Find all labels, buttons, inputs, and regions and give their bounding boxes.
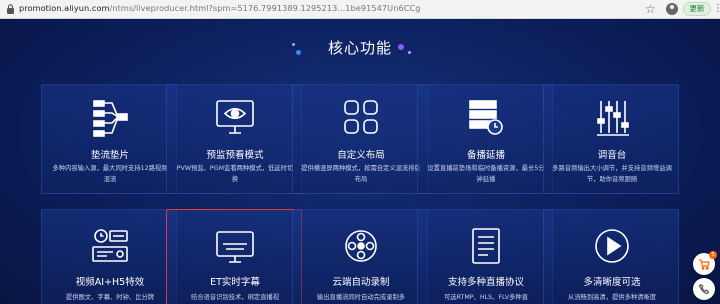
card-desc: 多路音频输出大小调节，并支持音频增益调节，助你音频跟随 <box>552 165 672 183</box>
card-desc: 提供横竖屏两种模式，按需自定义混流排版布局 <box>301 165 421 183</box>
card-title: 预监预看模式 <box>206 150 264 161</box>
network-flow-icon <box>93 100 128 137</box>
url-host: promotion.aliyun.com <box>19 3 110 13</box>
ai-effects-icon <box>92 229 128 262</box>
card-title: 备播延播 <box>466 150 505 161</box>
card-desc: PVW预监、PGM监看两种模式，低延时切换 <box>176 165 294 183</box>
document-protocol-icon <box>472 228 500 264</box>
server-clock-icon <box>469 100 503 135</box>
card-desc: 设置直播前垫场和临时备播资源，最长5分钟延播 <box>427 165 545 183</box>
features-section: 核心功能 垫流垫片 多种内容输入源，最大同时支持12路视频混流 预监预看模式 P… <box>0 19 720 304</box>
feature-card-protocols[interactable]: 支持多种直播协议 可选RTMP、HLS、FLV多种直 <box>417 209 553 304</box>
feature-card-preview[interactable]: 预监预看模式 PVW预监、PGM监看两种模式，低延时切换 <box>166 84 302 194</box>
bookmark-star-icon[interactable]: ☆ <box>645 2 656 16</box>
feature-card-backup[interactable]: 备播延播 设置直播前垫场和临时备播资源，最长5分钟延播 <box>417 84 553 194</box>
card-title: 视频AI+H5特效 <box>75 277 145 288</box>
card-title: 自定义布局 <box>337 150 385 161</box>
url-path: /ntms/liveproducer.html?spm=5176.7991389… <box>109 3 421 13</box>
cart-badge: 5 <box>709 251 717 259</box>
film-reel-icon <box>345 230 377 262</box>
monitor-eye-icon <box>216 100 254 134</box>
grid-layout-icon <box>344 100 378 134</box>
card-title: 调音台 <box>597 150 627 161</box>
subtitle-screen-icon <box>216 231 254 263</box>
feature-card-mixing[interactable]: 垫流垫片 多种内容输入源，最大同时支持12路视频混流 <box>41 84 177 194</box>
card-title: ET实时字幕 <box>210 277 260 288</box>
card-desc: 输出直播流同时自动完成录制多 <box>316 294 406 301</box>
update-button[interactable]: 更新 <box>683 2 711 16</box>
cart-button[interactable]: 5 <box>693 251 717 275</box>
feature-card-subtitles[interactable]: ET实时字幕 结合语音识别技术，绑定直播视 <box>166 209 302 304</box>
account-icon[interactable] <box>666 3 678 15</box>
feature-card-ai-effects[interactable]: 视频AI+H5特效 提供图文、字幕、时钟、比分牌 <box>41 209 177 304</box>
card-desc: 可选RTMP、HLS、FLV多种直 <box>443 294 529 301</box>
play-circle-icon <box>595 229 629 263</box>
feature-card-layout[interactable]: 自定义布局 提供横竖屏两种模式，按需自定义混流排版布局 <box>292 84 428 194</box>
cart-icon <box>699 259 710 270</box>
card-desc: 结合语音识别技术，绑定直播视 <box>190 294 280 301</box>
feature-card-resolution[interactable]: 多清晰度可选 从流畅到高清，提供多种清晰度 <box>543 209 679 304</box>
card-desc: 从流畅到高清，提供多种清晰度 <box>567 294 657 301</box>
browser-address-bar: promotion.aliyun.com/ntms/liveproducer.h… <box>0 0 720 19</box>
card-title: 支持多种直播协议 <box>447 277 524 288</box>
card-desc: 多种内容输入源，最大同时支持12路视频混流 <box>52 165 168 183</box>
section-title: 核心功能 <box>327 39 392 57</box>
phone-icon <box>698 283 710 295</box>
card-title: 云端自动录制 <box>332 277 390 288</box>
url-field[interactable]: promotion.aliyun.com/ntms/liveproducer.h… <box>19 3 421 13</box>
card-title: 垫流垫片 <box>90 150 129 161</box>
mixer-sliders-icon <box>597 101 629 136</box>
more-menu-icon[interactable]: ⋮ <box>713 2 720 16</box>
lock-icon <box>7 4 14 14</box>
card-title: 多清晰度可选 <box>583 277 641 288</box>
feature-card-recording[interactable]: 云端自动录制 输出直播流同时自动完成录制多 <box>292 209 428 304</box>
feature-card-mixer[interactable]: 调音台 多路音频输出大小调节，并支持音频增益调节，助你音频跟随 <box>543 84 679 194</box>
card-desc: 提供图文、字幕、时钟、比分牌 <box>65 294 155 301</box>
phone-button[interactable] <box>693 278 715 300</box>
